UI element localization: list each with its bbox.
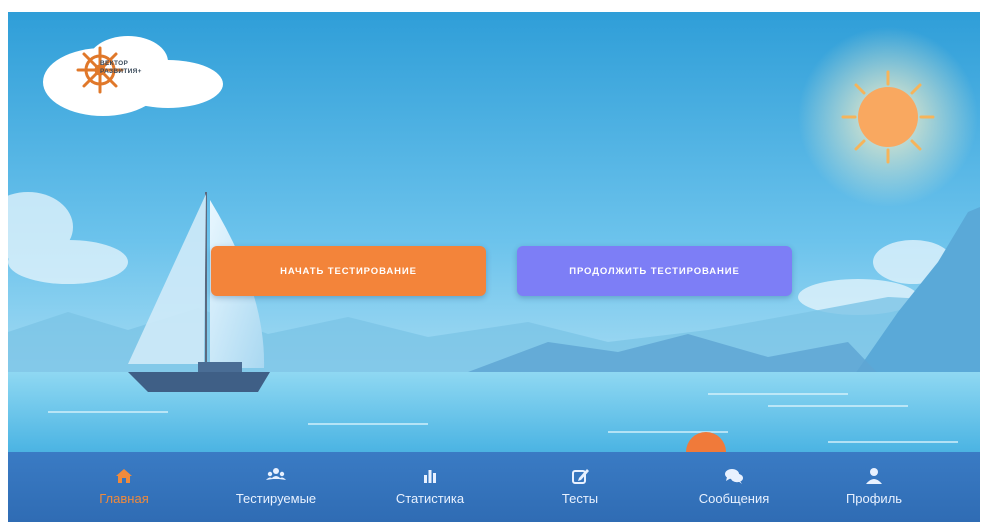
nav-label-statistics: Статистика bbox=[395, 491, 465, 506]
sun-disc bbox=[858, 87, 918, 147]
start-testing-button[interactable]: НАЧАТЬ ТЕСТИРОВАНИЕ bbox=[211, 246, 486, 296]
nav-label-testees: Тестируемые bbox=[235, 491, 317, 506]
nav-label-home: Главная bbox=[99, 491, 149, 506]
nav-item-profile[interactable]: Профиль bbox=[814, 452, 934, 522]
nav-item-home[interactable]: Главная bbox=[64, 452, 184, 522]
logo-text: ВЕКТОР РАЗВИТИЯ+ bbox=[100, 60, 142, 76]
nav-item-tests[interactable]: Тесты bbox=[520, 452, 640, 522]
bar-chart-icon bbox=[424, 470, 436, 483]
logo-line-2: РАЗВИТИЯ+ bbox=[100, 68, 142, 75]
nav-label-tests: Тесты bbox=[561, 491, 599, 506]
bottom-nav: Главная Тестируемые Статистика Тесты Соо… bbox=[8, 452, 980, 522]
nav-item-testees[interactable]: Тестируемые bbox=[216, 452, 336, 522]
user-icon bbox=[866, 468, 882, 484]
edit-icon bbox=[572, 469, 589, 484]
nav-label-messages: Сообщения bbox=[698, 491, 770, 506]
background-scene bbox=[8, 12, 980, 522]
app-window: ВЕКТОР РАЗВИТИЯ+ НАЧАТЬ ТЕСТИРОВАНИЕ ПРО… bbox=[8, 12, 980, 522]
logo-line-1: ВЕКТОР bbox=[100, 60, 129, 67]
home-icon bbox=[116, 469, 132, 483]
nav-item-statistics[interactable]: Статистика bbox=[370, 452, 490, 522]
nav-label-profile: Профиль bbox=[845, 491, 903, 506]
continue-testing-button[interactable]: ПРОДОЛЖИТЬ ТЕСТИРОВАНИЕ bbox=[517, 246, 792, 296]
chat-icon bbox=[725, 469, 743, 484]
users-icon bbox=[266, 468, 286, 480]
nav-item-messages[interactable]: Сообщения bbox=[674, 452, 794, 522]
